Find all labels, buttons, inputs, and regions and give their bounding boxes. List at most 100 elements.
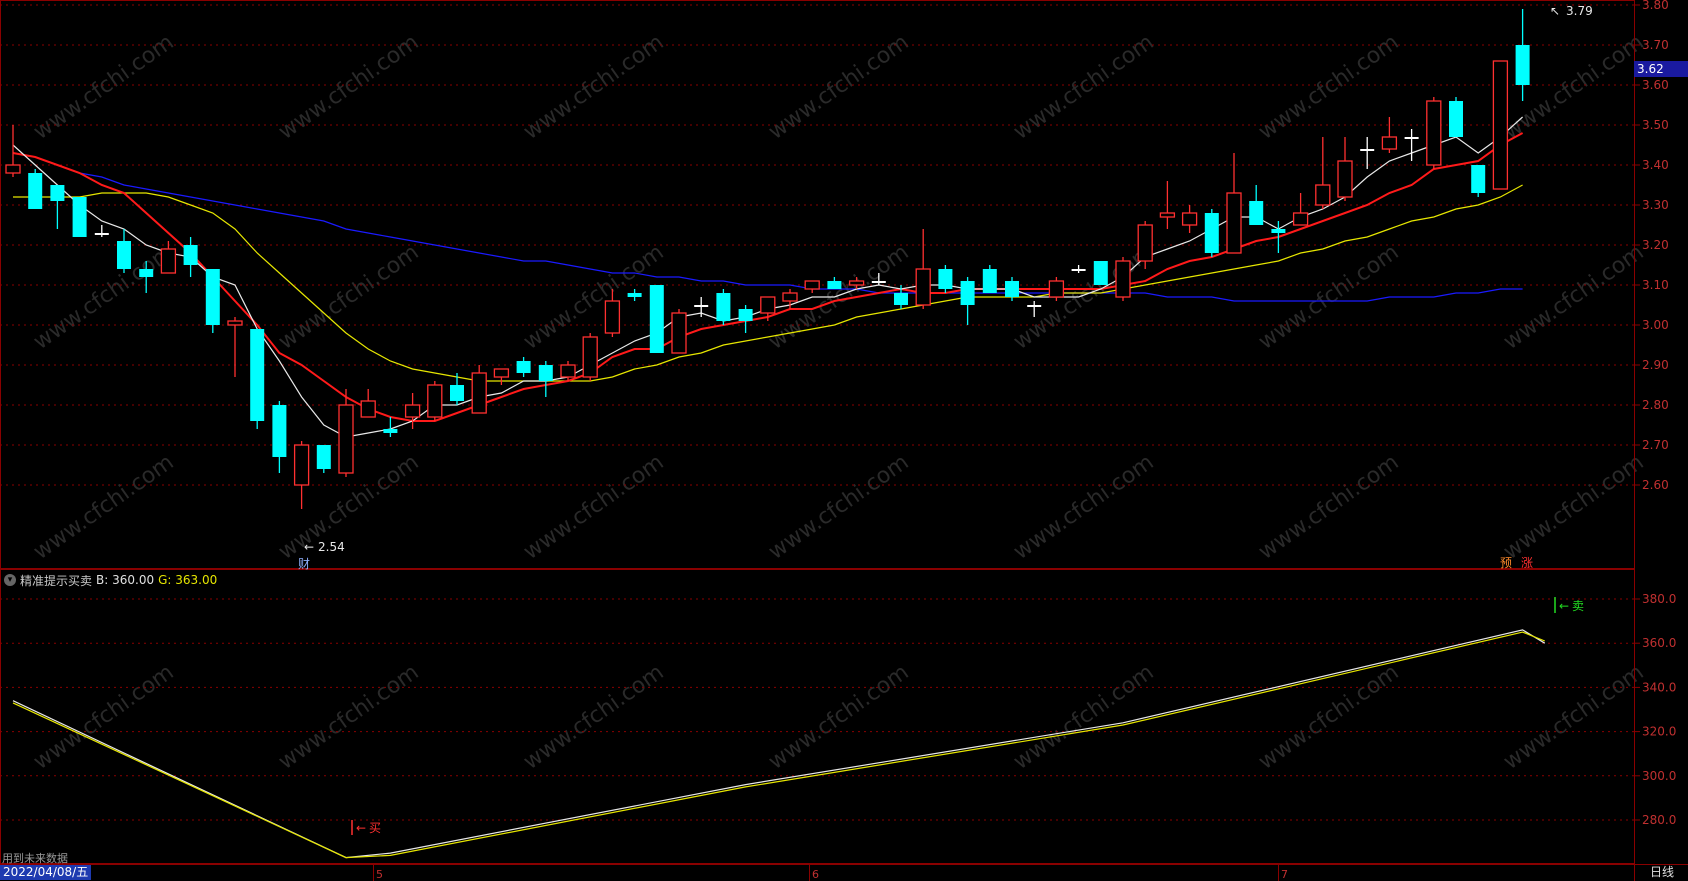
candle-body xyxy=(72,197,87,237)
candle[interactable] xyxy=(404,393,421,429)
forecast-marker[interactable]: 预 xyxy=(1500,554,1512,571)
candle-body xyxy=(1271,229,1286,233)
candle[interactable] xyxy=(493,368,510,385)
candle[interactable] xyxy=(716,289,731,325)
candle[interactable] xyxy=(94,225,109,237)
candle[interactable] xyxy=(5,125,21,177)
candle-body xyxy=(982,269,997,293)
candle-body xyxy=(183,245,198,265)
candle[interactable] xyxy=(205,269,220,333)
candle[interactable] xyxy=(250,329,265,429)
buy-signal-label: 买 xyxy=(369,821,381,835)
indicator-name[interactable]: 精准提示买卖 xyxy=(20,572,92,589)
candle[interactable] xyxy=(1315,137,1331,209)
watermark-text: www.cfchi.com xyxy=(29,450,178,565)
watermark-text: www.cfchi.com xyxy=(274,30,423,145)
candle[interactable] xyxy=(28,169,43,209)
watermark-text: www.cfchi.com xyxy=(1009,450,1158,565)
candle[interactable] xyxy=(1471,165,1486,197)
price-tick-label: 3.80 xyxy=(1642,0,1669,12)
rise-marker[interactable]: 涨 xyxy=(1521,554,1533,571)
candle[interactable] xyxy=(804,280,820,293)
candle-body xyxy=(139,269,154,277)
candle[interactable] xyxy=(582,333,598,381)
candle-body xyxy=(560,364,576,378)
indicator-tick-label: 300.0 xyxy=(1642,769,1676,783)
candle[interactable] xyxy=(915,229,931,309)
candlestick-series[interactable] xyxy=(5,9,1530,509)
candle[interactable] xyxy=(1159,181,1176,229)
candle[interactable] xyxy=(627,289,642,301)
candle[interactable] xyxy=(1115,257,1131,301)
candle[interactable] xyxy=(982,265,997,293)
candle[interactable] xyxy=(293,441,310,509)
indicator-g-value: G: 363.00 xyxy=(158,573,218,587)
candle[interactable] xyxy=(671,309,687,354)
candle[interactable] xyxy=(1292,193,1309,226)
candle[interactable] xyxy=(1181,205,1198,233)
candle-body xyxy=(427,384,443,418)
watermark-text: www.cfchi.com xyxy=(29,660,178,775)
indicator-grid xyxy=(0,598,1634,821)
candle[interactable] xyxy=(272,401,287,473)
trade-signals: ← 买 ← 卖 xyxy=(351,597,1584,835)
high-price-arrow: ↖ xyxy=(1550,4,1560,18)
indicator-menu-icon[interactable]: ▾ xyxy=(4,574,16,586)
candle-body xyxy=(1381,136,1398,150)
candle[interactable] xyxy=(1071,265,1086,273)
candle[interactable] xyxy=(1381,117,1398,153)
candle[interactable] xyxy=(649,285,664,353)
candle-body xyxy=(960,281,975,305)
candle[interactable] xyxy=(117,229,131,273)
candle[interactable] xyxy=(1492,60,1509,190)
candle[interactable] xyxy=(827,277,842,289)
candle[interactable] xyxy=(1226,153,1242,254)
candle[interactable] xyxy=(938,265,953,293)
finance-event-marker[interactable]: 财 xyxy=(298,555,310,572)
candle[interactable] xyxy=(1449,97,1463,137)
stock-chart[interactable]: www.cfchi.com www.cfchi.com www.cfchi.com w… xyxy=(0,0,1688,881)
candle[interactable] xyxy=(471,365,487,414)
watermark-text: www.cfchi.com xyxy=(764,450,913,565)
period-button[interactable]: 日线 xyxy=(1636,864,1688,881)
candle[interactable] xyxy=(227,317,243,377)
candle[interactable] xyxy=(1337,137,1353,201)
candle[interactable] xyxy=(516,357,531,377)
candle[interactable] xyxy=(1093,261,1108,285)
candle[interactable] xyxy=(72,197,87,237)
candle[interactable] xyxy=(1204,209,1219,257)
candle[interactable] xyxy=(338,389,354,477)
candle[interactable] xyxy=(1515,9,1530,101)
candle[interactable] xyxy=(360,389,376,418)
candle-body xyxy=(782,292,798,302)
candle[interactable] xyxy=(1048,277,1065,301)
price-tick-label: 3.00 xyxy=(1642,318,1669,332)
candle[interactable] xyxy=(50,185,65,229)
candle-body xyxy=(1315,184,1331,206)
price-tick-label: 2.70 xyxy=(1642,438,1669,452)
price-tick-label: 3.40 xyxy=(1642,158,1669,172)
candle[interactable] xyxy=(960,277,975,325)
candle[interactable] xyxy=(538,361,553,397)
candle[interactable] xyxy=(1360,137,1375,169)
candle-body xyxy=(1471,165,1486,193)
candle-body xyxy=(1426,100,1442,166)
candle[interactable] xyxy=(1404,129,1419,161)
price-tick-label: 3.20 xyxy=(1642,238,1669,252)
candle-body xyxy=(50,185,65,201)
candle-body xyxy=(205,269,220,325)
candle[interactable] xyxy=(427,381,443,421)
candle-body xyxy=(1515,45,1530,85)
candle-body xyxy=(848,280,865,286)
candle[interactable] xyxy=(316,445,331,473)
candle-body xyxy=(227,320,243,326)
indicator-b-value: B: 360.00 xyxy=(96,573,155,587)
candle[interactable] xyxy=(183,237,198,277)
candle[interactable] xyxy=(1249,185,1264,225)
candle-body xyxy=(1093,261,1108,285)
indicator-tick-label: 280.0 xyxy=(1642,813,1676,827)
candle[interactable] xyxy=(1426,97,1442,169)
candle-body xyxy=(250,329,265,421)
watermark-text: www.cfchi.com xyxy=(1499,660,1648,775)
candle[interactable] xyxy=(738,305,753,333)
